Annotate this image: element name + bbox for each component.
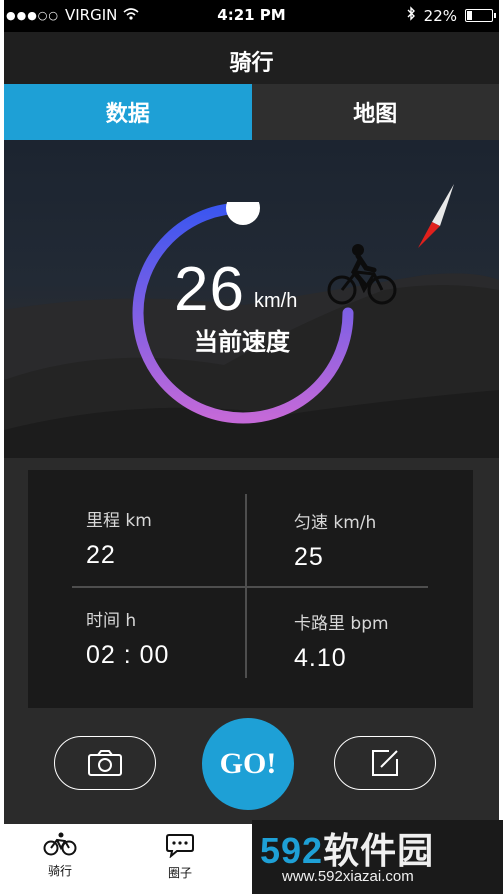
stat-avg-speed-label: 匀速 km/h [294,513,377,533]
stat-avg-speed-value: 25 [294,543,324,571]
speed-hero: 26 km/h 当前速度 [4,140,499,458]
action-bar: GO! [4,712,499,822]
go-button[interactable]: GO! [202,718,294,810]
current-speed-unit: km/h [254,290,298,312]
battery-fill [467,11,472,20]
nav-bar: 骑行 [4,32,499,84]
tabbar-item-circle[interactable]: 圈子 [150,832,210,881]
tabbar-item-ride-label: 骑行 [47,864,72,878]
watermark-logo: 592软件园 [260,822,434,874]
status-right: 22% [406,6,496,25]
chat-icon [166,834,194,859]
status-bar: ●●●○○ VIRGIN 4:21 PM 22% [4,0,499,32]
battery-percent: 22% [423,6,457,25]
tabbar-item-circle-label: 圈子 [167,866,192,880]
tab-data[interactable]: 数据 [4,84,252,140]
segment-tabs: 数据 地图 [4,84,499,140]
stats-divider-horizontal [72,586,428,588]
bicycle-icon [43,832,77,856]
stat-calories: 卡路里 bpm 4.10 [294,609,389,673]
tabbar-item-ride[interactable]: 骑行 [30,832,90,879]
current-speed-label: 当前速度 [194,328,290,356]
stat-calories-value: 4.10 [294,644,347,672]
battery-icon [465,9,496,22]
stat-mileage: 里程 km 22 [86,506,152,570]
stat-calories-label: 卡路里 bpm [294,614,389,634]
phone-screen: ●●●○○ VIRGIN 4:21 PM 22% 骑行 数据 地图 26 km/… [4,0,499,894]
camera-button[interactable] [54,736,156,790]
gauge-knob [226,202,260,225]
site-watermark: 592软件园 www.592xiazai.com [252,820,503,894]
bluetooth-icon [406,6,416,25]
stat-time: 时间 h 02 : 00 [86,606,169,670]
stat-time-value: 02 : 00 [86,641,170,669]
stat-time-label: 时间 h [86,611,137,631]
page-title: 骑行 [229,51,274,76]
tab-map[interactable]: 地图 [251,84,499,140]
camera-icon [88,750,122,776]
current-speed-value: 26 [174,255,245,324]
ride-stats-panel: 里程 km 22 匀速 km/h 25 时间 h 02 : 00 卡路里 bpm… [28,470,473,708]
compass-icon [418,184,454,248]
watermark-text: 软件园 [323,830,435,871]
edit-button[interactable] [334,736,436,790]
edit-icon [372,750,398,776]
stat-mileage-value: 22 [86,541,116,569]
watermark-number: 592 [260,830,324,871]
stat-avg-speed: 匀速 km/h 25 [294,508,376,572]
watermark-url: www.592xiazai.com [282,868,414,885]
stat-mileage-label: 里程 km [86,511,152,531]
